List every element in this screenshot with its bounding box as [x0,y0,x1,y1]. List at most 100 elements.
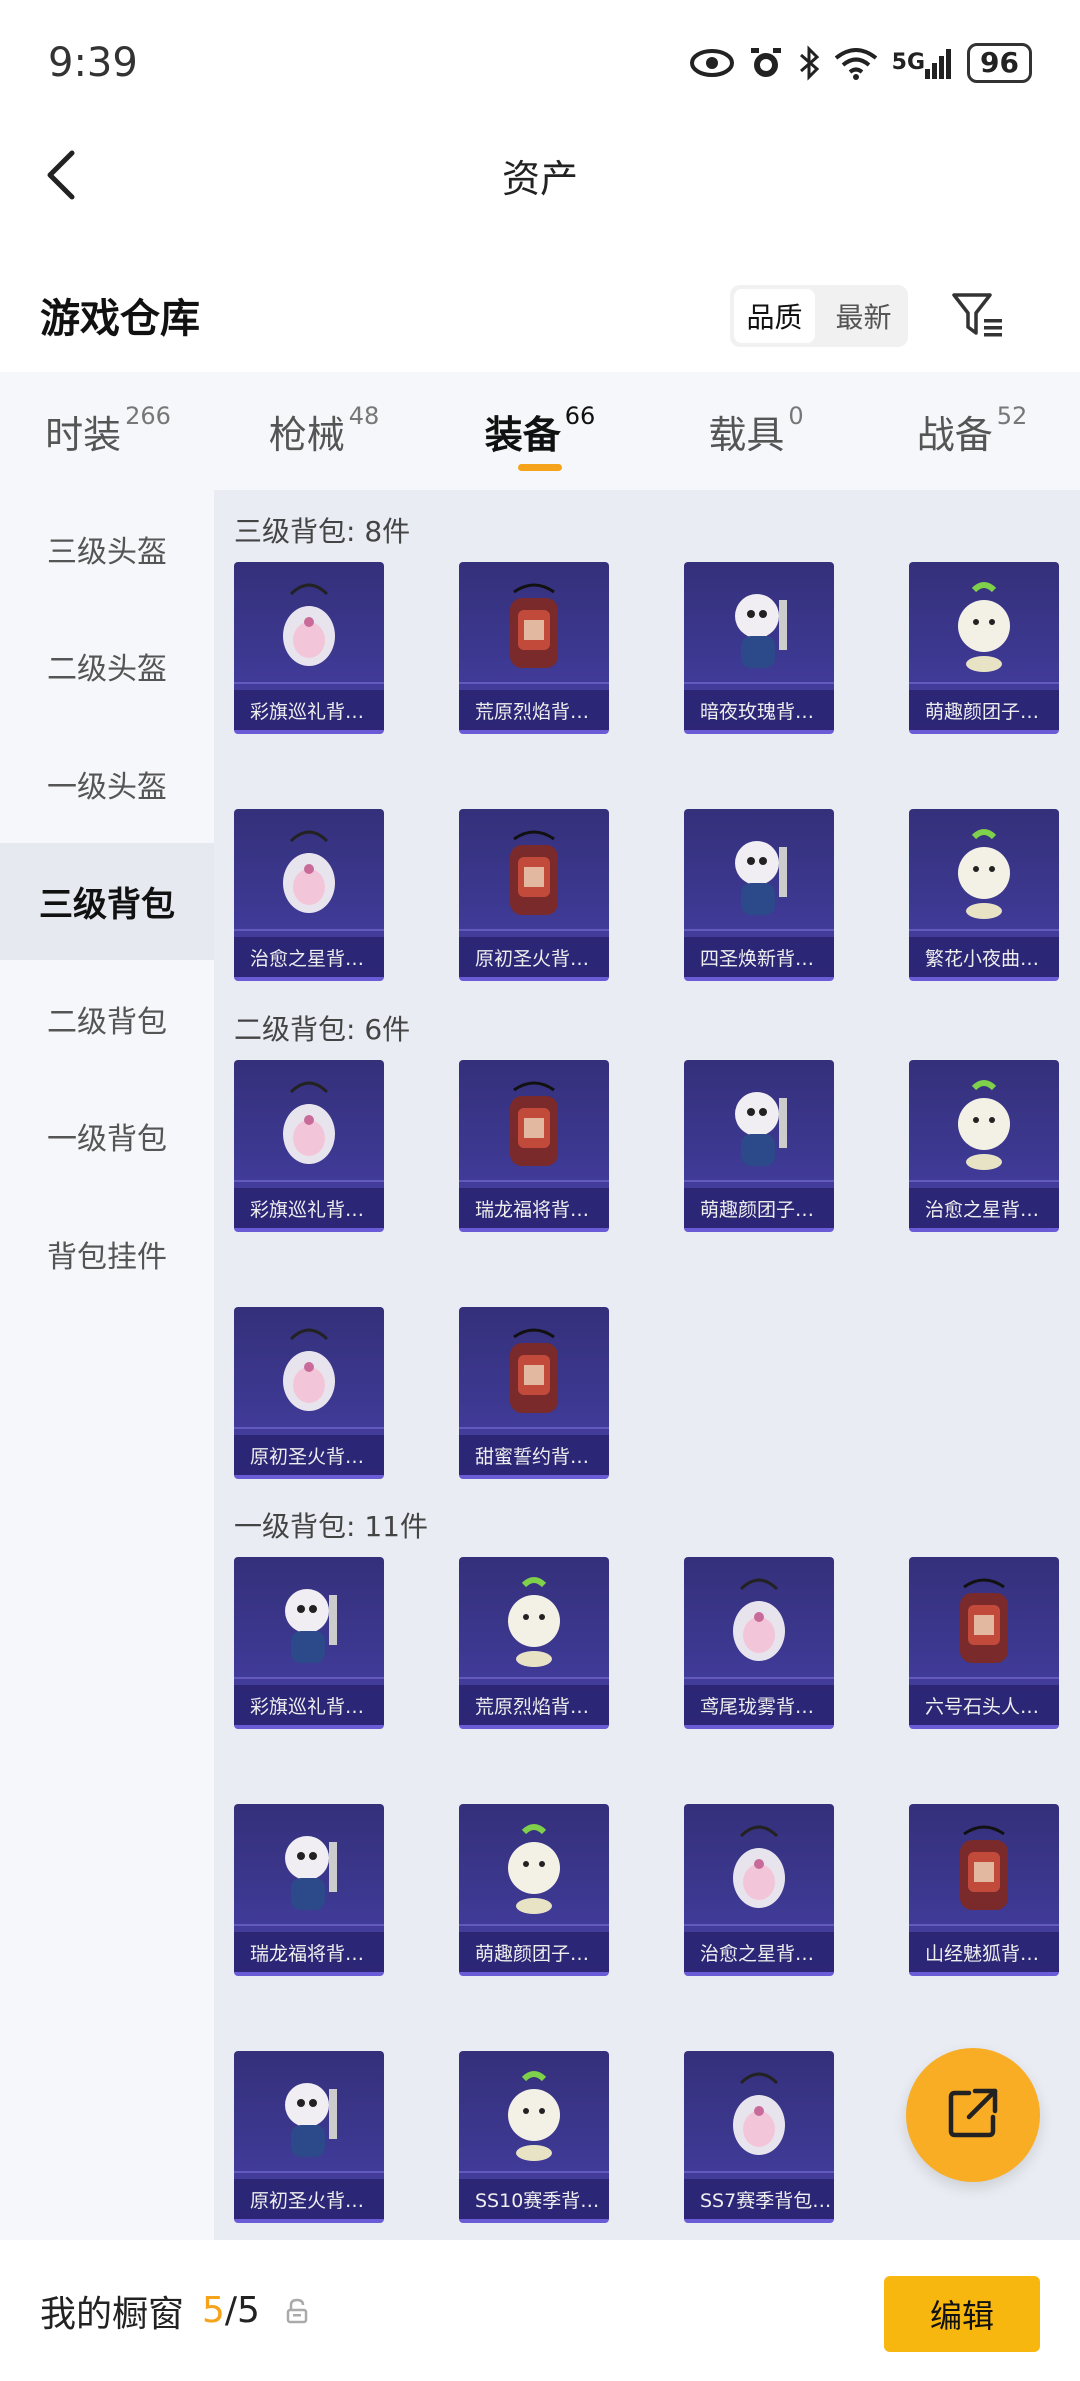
item-name: 六号石头人… [909,1685,1059,1725]
bluetooth-icon [798,44,820,81]
card-divider [684,682,834,684]
card-divider [234,929,384,931]
side-item-helmet-lv2[interactable]: 二级头盔 [0,608,214,726]
item-card[interactable]: 原初圣火背… [234,1307,384,1479]
card-divider [684,1924,834,1926]
battery-indicator: 96 [967,42,1032,83]
side-item-backpack-lv2[interactable]: 二级背包 [0,960,214,1078]
cell-signal-icon: 5G [892,47,953,79]
item-name: 繁花小夜曲… [909,937,1059,977]
item-card[interactable]: 治愈之星背… [909,1060,1059,1232]
card-divider [459,929,609,931]
side-item-backpack-lv3[interactable]: 三级背包 [0,842,214,960]
card-divider [684,929,834,931]
share-button[interactable] [906,2048,1040,2182]
card-divider [909,1180,1059,1182]
item-name: 山经魅狐背… [909,1932,1059,1972]
section-title: 三级背包: 8件 [234,515,411,548]
item-card[interactable]: 彩旗巡礼背… [234,1060,384,1232]
item-name: 瑞龙福将背… [459,1188,609,1228]
item-card[interactable]: 彩旗巡礼背… [234,562,384,734]
active-tab-indicator [518,464,562,471]
item-card[interactable]: 瑞龙福将背… [459,1060,609,1232]
card-divider [684,1180,834,1182]
item-name: 原初圣火背… [459,937,609,977]
item-card[interactable]: 甜蜜誓约背… [459,1307,609,1479]
item-card[interactable]: SS7赛季背包… [684,2051,834,2223]
card-divider [234,1677,384,1679]
item-card[interactable]: 萌趣颜团子… [684,1060,834,1232]
item-name: 原初圣火背… [234,1435,384,1475]
item-name: 彩旗巡礼背… [234,1685,384,1725]
sort-by-newest[interactable]: 最新 [823,289,904,343]
item-card[interactable]: 治愈之星背… [234,809,384,981]
card-divider [234,1924,384,1926]
status-time: 9:39 [48,39,138,86]
edit-button[interactable]: 编辑 [884,2276,1040,2352]
item-card[interactable]: 繁花小夜曲… [909,809,1059,981]
item-card[interactable]: 原初圣火背… [234,2051,384,2223]
item-card[interactable]: 四圣焕新背… [684,809,834,981]
item-name: SS7赛季背包… [684,2179,834,2219]
item-card[interactable]: 鸢尾珑雾背… [684,1557,834,1729]
item-name: 甜蜜誓约背… [459,1435,609,1475]
filter-icon[interactable] [948,285,1008,345]
side-item-backpack-charm[interactable]: 背包挂件 [0,1195,214,1313]
backpack-icon [494,827,574,923]
backpack-icon [944,1575,1024,1671]
item-card[interactable]: SS10赛季背… [459,2051,609,2223]
tab-supplies[interactable]: 战备 52 [864,372,1080,490]
sort-by-quality[interactable]: 品质 [734,289,815,343]
card-divider [234,1180,384,1182]
backpack-icon [719,1078,799,1174]
item-card[interactable]: 山经魅狐背… [909,1804,1059,1976]
section-title: 二级背包: 6件 [234,1013,411,1046]
card-divider [234,1427,384,1429]
item-card[interactable]: 暗夜玫瑰背… [684,562,834,734]
item-card[interactable]: 荒原烈焰背… [459,562,609,734]
item-card[interactable]: 萌趣颜团子… [909,562,1059,734]
tab-equipment[interactable]: 装备 66 [432,372,648,490]
item-card[interactable]: 六号石头人… [909,1557,1059,1729]
backpack-icon [719,580,799,676]
repository-title: 游戏仓库 [40,296,200,342]
side-nav: 三级头盔 二级头盔 一级头盔 三级背包 二级背包 一级背包 背包挂件 [0,490,214,2240]
item-card[interactable]: 萌趣颜团子… [459,1804,609,1976]
backpack-icon [719,1575,799,1671]
item-card[interactable]: 治愈之星背… [684,1804,834,1976]
item-card[interactable]: 彩旗巡礼背… [234,1557,384,1729]
repository-header: 游戏仓库 品质 最新 [0,265,1080,365]
backpack-icon [944,827,1024,923]
eye-icon [689,48,734,78]
item-name: 治愈之星背… [684,1932,834,1972]
item-name: 荒原烈焰背… [459,690,609,730]
backpack-icon [719,1822,799,1918]
app-header: 资产 [0,125,1080,225]
status-bar: 9:39 5G 96 [0,0,1080,125]
item-name: 彩旗巡礼背… [234,1188,384,1228]
item-card[interactable]: 荒原烈焰背… [459,1557,609,1729]
tab-weapons[interactable]: 枪械 48 [216,372,432,490]
showcase-label: 我的橱窗 [40,2293,185,2335]
backpack-icon [494,1325,574,1421]
backpack-icon [944,580,1024,676]
backpack-icon [944,1822,1024,1918]
side-item-backpack-lv1[interactable]: 一级背包 [0,1078,214,1196]
backpack-icon [269,1822,349,1918]
tab-vehicles[interactable]: 载具 0 [648,372,864,490]
item-card[interactable]: 瑞龙福将背… [234,1804,384,1976]
tab-fashion[interactable]: 时装 266 [0,372,216,490]
side-item-helmet-lv3[interactable]: 三级头盔 [0,490,214,608]
card-divider [459,2171,609,2173]
section-title: 一级背包: 11件 [234,1510,428,1543]
card-divider [234,2171,384,2173]
external-link-icon [945,2085,1001,2145]
item-grid: 三级背包: 8件彩旗巡礼背… 荒原烈焰背… 暗夜玫瑰背… 萌趣颜团子… 治愈之星背… 原初… [214,490,1080,2240]
back-arrow-icon[interactable] [36,145,96,205]
backpack-icon [719,2069,799,2165]
page-title: 资产 [501,156,578,201]
item-name: 萌趣颜团子… [909,690,1059,730]
item-card[interactable]: 原初圣火背… [459,809,609,981]
card-divider [684,2171,834,2173]
side-item-helmet-lv1[interactable]: 一级头盔 [0,725,214,843]
